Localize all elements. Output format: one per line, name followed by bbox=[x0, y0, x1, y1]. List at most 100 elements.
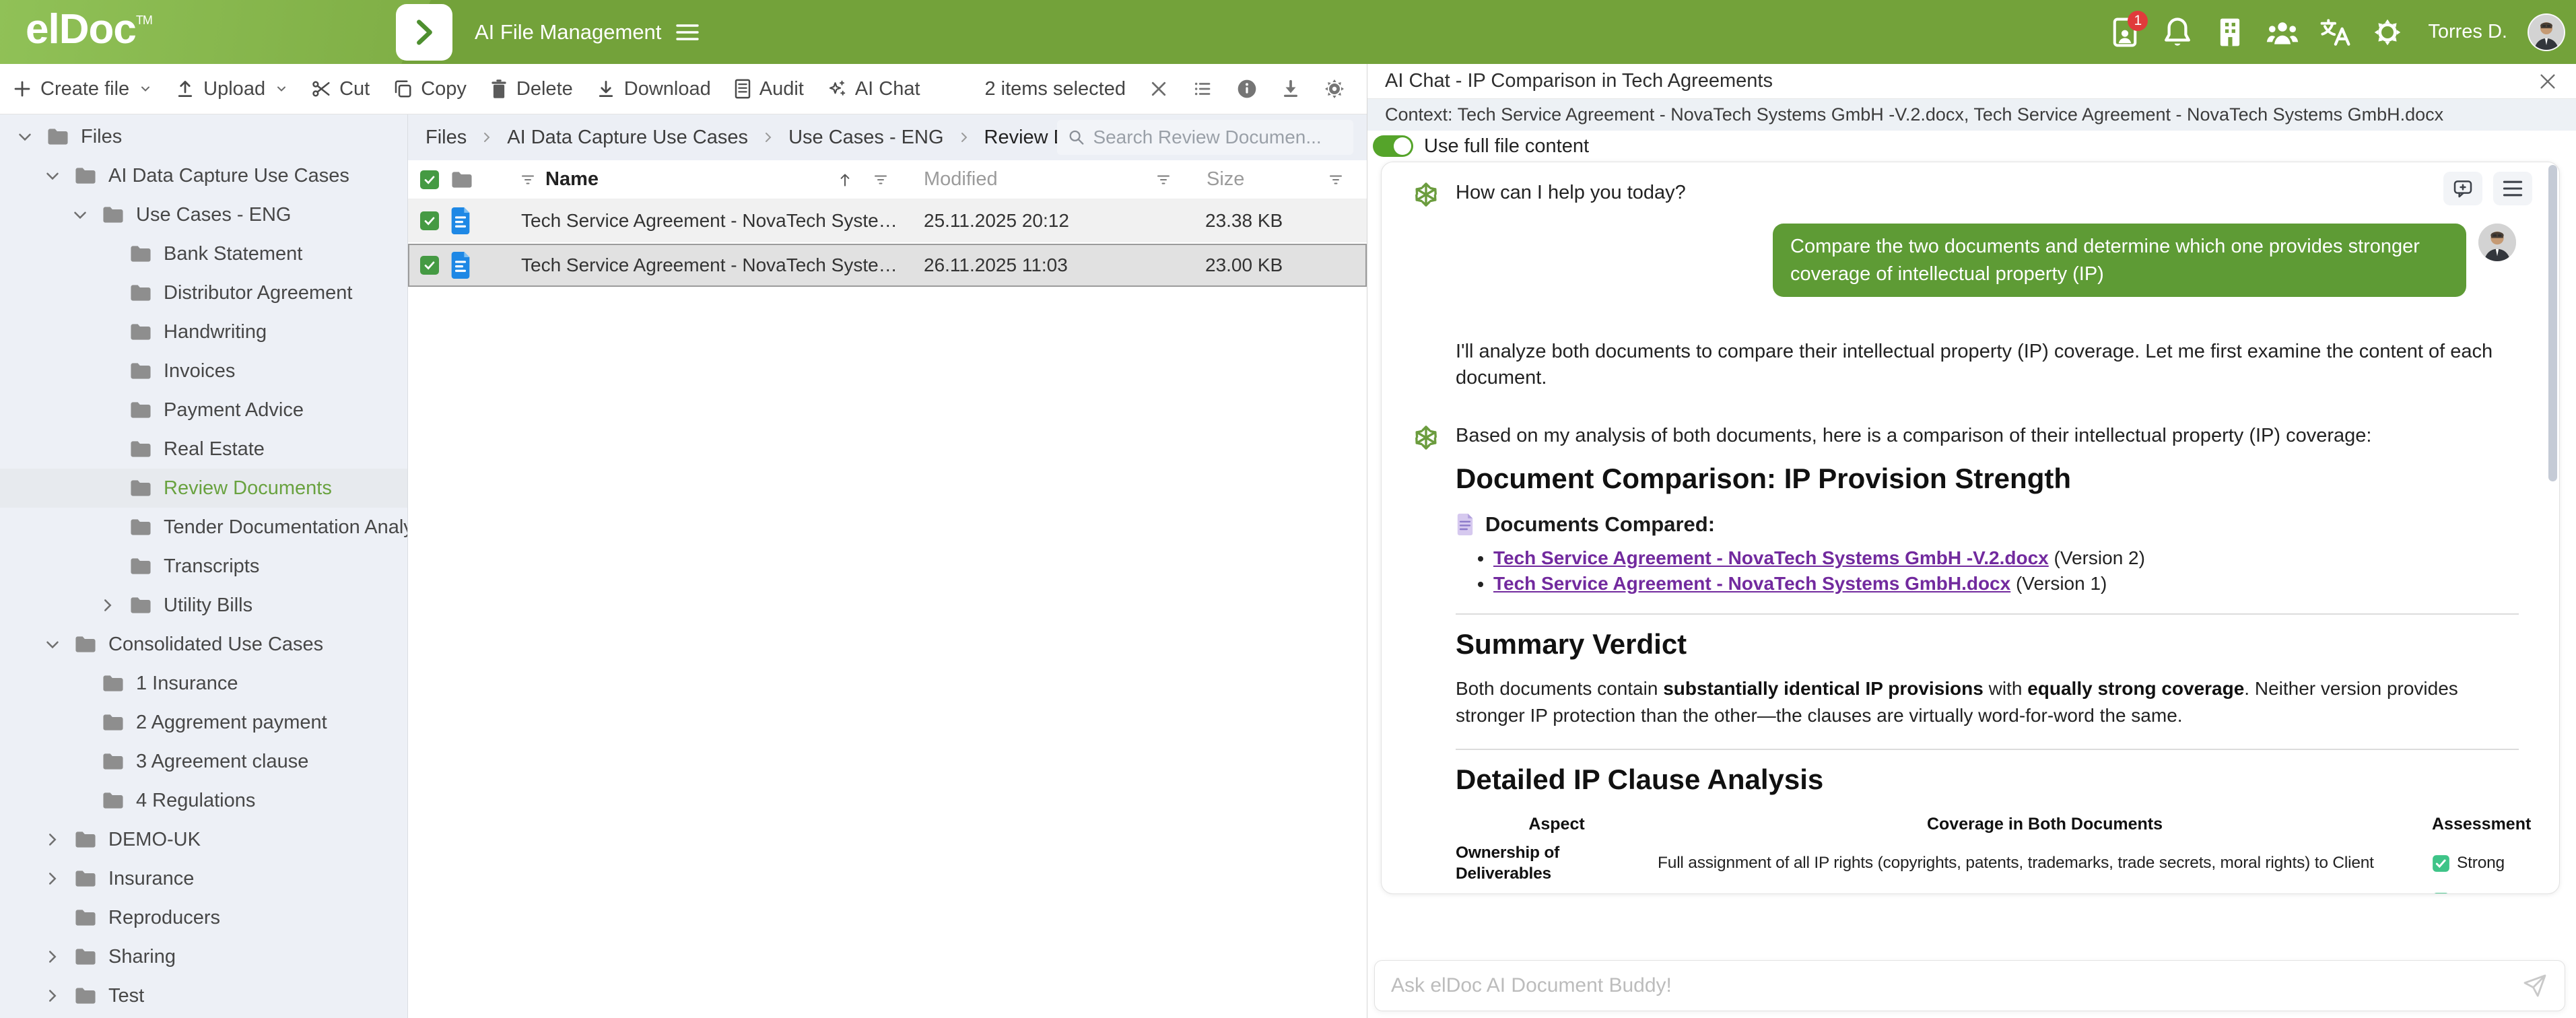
menu-icon[interactable] bbox=[676, 24, 699, 41]
sidebar-folder-item[interactable]: 4 Regulations bbox=[0, 781, 407, 820]
sidebar-folder-item[interactable]: Consolidated Use Cases bbox=[0, 625, 407, 664]
chat-scrollbar[interactable] bbox=[2548, 165, 2557, 481]
chat-title-bar: AI Chat - IP Comparison in Tech Agreemen… bbox=[1367, 64, 2576, 99]
sidebar-folder-item[interactable]: Invoices bbox=[0, 351, 407, 391]
breadcrumb-item[interactable]: Files bbox=[426, 127, 467, 149]
filter-icon[interactable] bbox=[1328, 172, 1344, 188]
download-button[interactable]: Download bbox=[596, 78, 711, 100]
sidebar-folder-item[interactable]: AI Data Capture Use Cases bbox=[0, 156, 407, 195]
sidebar-folder-item[interactable]: Use Cases - ENG bbox=[0, 195, 407, 234]
sidebar-folder-item[interactable]: Insurance bbox=[0, 859, 407, 898]
download-selected-icon[interactable] bbox=[1281, 79, 1301, 99]
file-row[interactable]: Tech Service Agreement - NovaTech System… bbox=[408, 199, 1367, 242]
chevron-icon[interactable] bbox=[40, 983, 65, 1009]
app-title-group: AI File Management bbox=[475, 0, 699, 64]
chevron-icon[interactable] bbox=[40, 827, 65, 852]
sidebar-folder-item[interactable]: Test bbox=[0, 976, 407, 1015]
chevron-icon[interactable] bbox=[12, 124, 38, 149]
folder-icon bbox=[129, 595, 156, 616]
audit-button[interactable]: Audit bbox=[734, 78, 804, 100]
breadcrumb-item[interactable]: Use Cases - ENG bbox=[788, 127, 943, 149]
chevron-icon[interactable] bbox=[95, 592, 121, 618]
chevron-icon[interactable] bbox=[40, 632, 65, 657]
summary-text: with bbox=[1984, 678, 2027, 699]
filter-icon[interactable] bbox=[873, 172, 889, 188]
user-avatar[interactable] bbox=[2528, 13, 2565, 51]
breadcrumb-item[interactable]: Review Documents bbox=[984, 127, 1057, 149]
summary-text: Both documents contain bbox=[1456, 678, 1663, 699]
upload-button[interactable]: Upload bbox=[175, 78, 288, 100]
file-name[interactable]: Tech Service Agreement - NovaTech System… bbox=[490, 210, 912, 232]
sidebar-folder-item[interactable]: Bank Statement bbox=[0, 234, 407, 273]
gear-icon[interactable] bbox=[2371, 16, 2404, 48]
ip-analysis-row: Assignment Mechanism Irrevocable assignm… bbox=[1456, 887, 2521, 894]
ip-aspect: Ownership of Deliverables bbox=[1456, 843, 1658, 884]
cut-button[interactable]: Cut bbox=[311, 78, 370, 100]
ai-chat-button[interactable]: AI Chat bbox=[827, 78, 920, 100]
filter-icon[interactable] bbox=[1155, 172, 1172, 188]
document-link[interactable]: Tech Service Agreement - NovaTech System… bbox=[1493, 547, 2049, 568]
sidebar-folder-item[interactable]: Transcripts bbox=[0, 547, 407, 586]
eldoc-app: elDocTM AI File Management 1 bbox=[0, 0, 2576, 1018]
send-icon[interactable] bbox=[2521, 972, 2548, 999]
sidebar-folder-item[interactable]: Handwriting bbox=[0, 312, 407, 351]
close-icon[interactable] bbox=[2537, 71, 2558, 92]
user-name[interactable]: Torres D. bbox=[2428, 21, 2507, 43]
chevron-icon[interactable] bbox=[67, 202, 93, 228]
create-file-button[interactable]: Create file bbox=[12, 78, 152, 100]
file-name[interactable]: Tech Service Agreement - NovaTech System… bbox=[490, 254, 912, 276]
eldoc-logo[interactable]: elDocTM bbox=[26, 5, 152, 53]
settings-gear-icon[interactable] bbox=[1324, 78, 1345, 100]
folder-icon bbox=[73, 634, 100, 655]
name-column-header[interactable]: Name bbox=[490, 168, 912, 191]
file-panel: Files AI Data Capture Use Cases Use Case… bbox=[408, 114, 1367, 1018]
document-link[interactable]: Tech Service Agreement - NovaTech System… bbox=[1493, 573, 2010, 594]
sidebar-folder-item[interactable]: Sharing bbox=[0, 937, 407, 976]
sidebar-folder-item[interactable]: Review Documents bbox=[0, 469, 407, 508]
file-row[interactable]: Tech Service Agreement - NovaTech System… bbox=[408, 244, 1367, 287]
chevron-icon[interactable] bbox=[40, 163, 65, 189]
translate-icon[interactable] bbox=[2319, 16, 2351, 48]
chat-input[interactable] bbox=[1391, 974, 2508, 997]
chevron-icon[interactable] bbox=[40, 866, 65, 891]
sort-ascending-icon[interactable] bbox=[836, 171, 854, 189]
clear-selection-icon[interactable] bbox=[1149, 79, 1169, 99]
sidebar-folder-item[interactable]: DEMO-UK bbox=[0, 820, 407, 859]
select-all-checkbox[interactable] bbox=[420, 170, 439, 189]
folder-icon bbox=[129, 243, 156, 265]
size-column-header[interactable]: Size bbox=[1194, 168, 1367, 191]
file-size: 23.38 KB bbox=[1194, 210, 1367, 232]
sidebar-folder-item[interactable]: Reproducers bbox=[0, 898, 407, 937]
sidebar-folder-item[interactable]: 3 Agreement clause bbox=[0, 742, 407, 781]
use-full-content-toggle[interactable] bbox=[1373, 135, 1413, 157]
sidebar-folder-item[interactable]: 2 Aggrement payment bbox=[0, 703, 407, 742]
sidebar-folder-item[interactable]: Distributor Agreement bbox=[0, 273, 407, 312]
app-logo-tile[interactable] bbox=[396, 4, 452, 61]
breadcrumb-item[interactable]: AI Data Capture Use Cases bbox=[507, 127, 748, 149]
delete-button[interactable]: Delete bbox=[489, 78, 573, 100]
modified-column-header[interactable]: Modified bbox=[912, 168, 1194, 191]
sidebar-folder-item[interactable]: Tender Documentation Analysis bbox=[0, 508, 407, 547]
row-checkbox[interactable] bbox=[420, 211, 439, 230]
bell-icon[interactable] bbox=[2161, 16, 2194, 48]
sidebar-folder-item[interactable]: Payment Advice bbox=[0, 391, 407, 430]
full-content-toggle-row: Use full file content bbox=[1367, 131, 2576, 162]
list-view-icon[interactable] bbox=[1192, 79, 1213, 99]
sidebar-folder-item[interactable]: 1 Insurance bbox=[0, 664, 407, 703]
search-box[interactable] bbox=[1057, 120, 1353, 155]
building-icon[interactable] bbox=[2214, 16, 2246, 48]
sidebar-folder-item[interactable]: Files bbox=[0, 117, 407, 156]
id-card-icon[interactable]: 1 bbox=[2109, 16, 2141, 48]
chevron-icon[interactable] bbox=[40, 944, 65, 970]
sidebar-folder-item[interactable]: Utility Bills bbox=[0, 586, 407, 625]
chat-input-bar[interactable] bbox=[1374, 960, 2565, 1011]
folder-label: AI Data Capture Use Cases bbox=[108, 165, 349, 187]
users-icon[interactable] bbox=[2266, 16, 2299, 48]
copy-button[interactable]: Copy bbox=[393, 78, 467, 100]
info-icon[interactable] bbox=[1236, 78, 1258, 100]
search-input[interactable] bbox=[1093, 127, 1343, 148]
audit-doc-icon bbox=[734, 79, 751, 99]
filter-icon[interactable] bbox=[520, 172, 536, 188]
row-checkbox[interactable] bbox=[420, 256, 439, 275]
sidebar-folder-item[interactable]: Real Estate bbox=[0, 430, 407, 469]
